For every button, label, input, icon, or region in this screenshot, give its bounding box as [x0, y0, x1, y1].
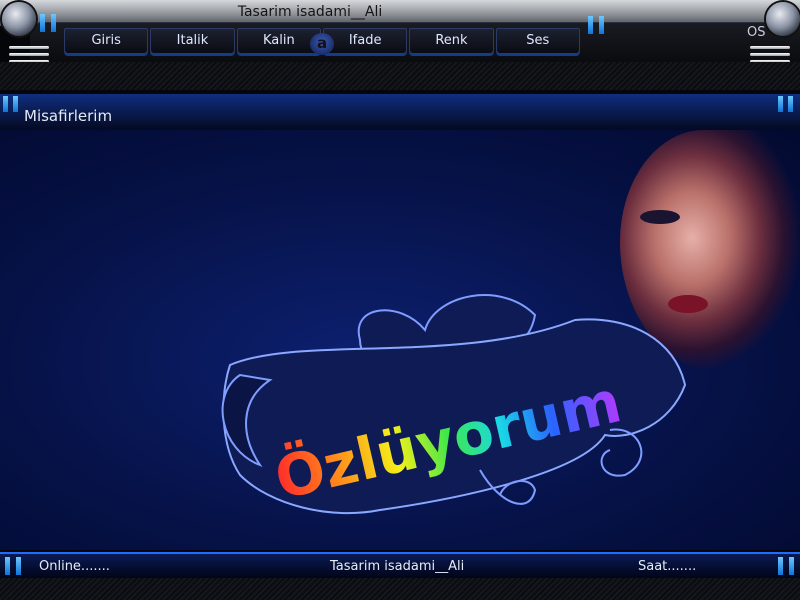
left-knob-icon: [2, 2, 36, 36]
right-marker-icon: [588, 16, 593, 34]
menu-item-ses[interactable]: Ses: [495, 28, 580, 54]
right-marker-icon: [599, 16, 604, 34]
status-bar-accent-line: [0, 552, 800, 554]
window-title: Tasarim isadami__Ali: [237, 4, 383, 20]
left-marker-icon: [51, 14, 56, 32]
footer-marker-icon: [5, 557, 10, 575]
menu-item-kalin[interactable]: Kalin: [236, 28, 321, 54]
menu-item-italik[interactable]: Italik: [150, 28, 235, 54]
header-marker-icon: [3, 96, 8, 112]
footer-marker-icon: [16, 557, 21, 575]
footer-marker-icon: [789, 557, 794, 575]
menu-item-giris[interactable]: Giris: [64, 28, 149, 54]
right-knob-icon: [766, 2, 800, 36]
decorative-stripe: [0, 62, 800, 90]
portrait-eye: [640, 210, 680, 224]
section-header: [0, 94, 800, 130]
footer-marker-icon: [778, 557, 783, 575]
logo-icon: a: [310, 33, 334, 55]
footer-credit: Tasarim isadami__Ali: [330, 559, 465, 574]
section-title: Misafirlerim: [24, 107, 113, 125]
os-label: OS: [747, 25, 766, 40]
decorative-stripe: [0, 578, 800, 600]
online-status: Online.......: [39, 559, 110, 574]
ribbon-banner: Özlüyorum: [221, 294, 687, 515]
left-marker-icon: [40, 14, 45, 32]
clock-label: Saat.......: [638, 559, 697, 574]
header-marker-icon: [778, 96, 783, 112]
menu-item-renk[interactable]: Renk: [409, 28, 494, 54]
header-marker-icon: [13, 96, 18, 112]
menu-item-ifade[interactable]: Ifade: [322, 28, 408, 54]
header-marker-icon: [788, 96, 793, 112]
